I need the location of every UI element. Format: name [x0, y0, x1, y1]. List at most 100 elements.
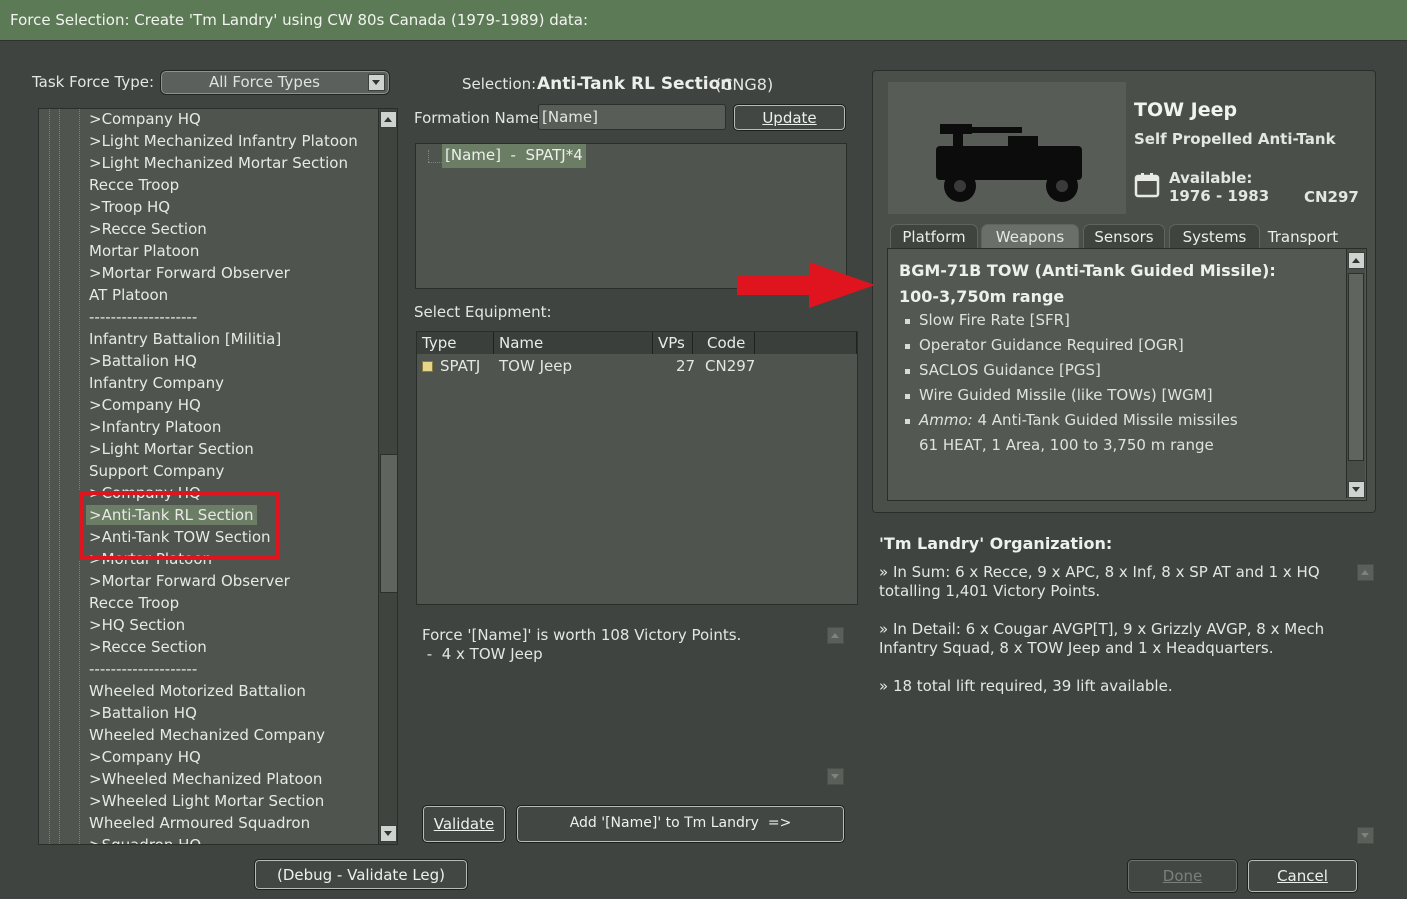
- tree-item[interactable]: Wheeled Armoured Squadron: [89, 813, 310, 833]
- weapon-ammo-detail: 61 HEAT, 1 Area, 100 to 3,750 m range: [919, 436, 1214, 454]
- column-header-type[interactable]: Type: [417, 332, 494, 354]
- task-force-type-dropdown[interactable]: All Force Types: [160, 70, 390, 95]
- row-name: TOW Jeep: [499, 357, 572, 375]
- arrow-icon: [737, 262, 875, 308]
- scroll-thumb[interactable]: [1348, 273, 1364, 461]
- tree-item[interactable]: >HQ Section: [89, 615, 185, 635]
- scroll-up-icon[interactable]: [380, 111, 397, 128]
- tree-item[interactable]: Recce Troop: [89, 175, 179, 195]
- formation-node[interactable]: [Name] - SPATJ*4: [442, 144, 586, 168]
- organization-sum-line1: » In Sum: 6 x Recce, 9 x APC, 8 x Inf, 8…: [879, 563, 1320, 581]
- checkbox-icon[interactable]: [422, 361, 433, 372]
- tree-item[interactable]: >Company HQ: [89, 747, 201, 767]
- scroll-down-icon[interactable]: [827, 768, 844, 785]
- calendar-icon: [1134, 172, 1160, 198]
- tree-item[interactable]: AT Platoon: [89, 285, 168, 305]
- validate-label: Validate: [433, 815, 495, 833]
- row-vps: 27: [676, 357, 696, 375]
- tree-item[interactable]: Infantry Battalion [Militia]: [89, 329, 281, 349]
- tree-item[interactable]: >Battalion HQ: [89, 351, 197, 371]
- bullet-icon: [905, 394, 910, 399]
- tree-item[interactable]: --------------------: [89, 659, 197, 679]
- done-button[interactable]: Done: [1127, 859, 1238, 893]
- column-header-vps[interactable]: VPs: [653, 332, 693, 354]
- organization-lift: » 18 total lift required, 39 lift availa…: [879, 677, 1173, 695]
- formation-name-input[interactable]: [Name]: [538, 104, 726, 130]
- weapons-scrollbar[interactable]: [1346, 249, 1365, 498]
- debug-validate-button[interactable]: (Debug - Validate Leg): [254, 859, 468, 890]
- tree-guide-line: [428, 150, 430, 162]
- tree-item[interactable]: Wheeled Mechanized Company: [89, 725, 325, 745]
- tab-systems[interactable]: Systems: [1169, 224, 1260, 249]
- debug-validate-label: (Debug - Validate Leg): [276, 866, 446, 884]
- tab-transport[interactable]: Transport: [1262, 224, 1344, 249]
- update-button[interactable]: Update: [733, 104, 846, 131]
- tree-item[interactable]: >Mortar Forward Observer: [89, 571, 290, 591]
- weapon-range: 100-3,750m range: [899, 287, 1065, 306]
- tree-item[interactable]: Infantry Company: [89, 373, 224, 393]
- task-force-type-label: Task Force Type:: [32, 73, 154, 91]
- organization-detail-line1: » In Detail: 6 x Cougar AVGP[T], 9 x Gri…: [879, 620, 1325, 638]
- done-label: Done: [1162, 867, 1203, 885]
- tree-item[interactable]: >Light Mechanized Mortar Section: [89, 153, 348, 173]
- tree-item[interactable]: >Light Mechanized Infantry Platoon: [89, 131, 358, 151]
- tree-scrollbar[interactable]: [378, 109, 397, 844]
- tree-item[interactable]: Wheeled Motorized Battalion: [89, 681, 306, 701]
- tab-platform[interactable]: Platform: [890, 224, 978, 249]
- unit-name: TOW Jeep: [1134, 99, 1238, 121]
- selection-code: (CNG8): [715, 75, 774, 94]
- force-summary-line1: Force '[Name]' is worth 108 Victory Poin…: [422, 626, 742, 644]
- scroll-up-icon[interactable]: [1348, 252, 1365, 269]
- organization-sum-line2: totalling 1,401 Victory Points.: [879, 582, 1101, 600]
- tree-item[interactable]: >Troop HQ: [89, 197, 170, 217]
- formation-tree[interactable]: >Company HQ >Light Mechanized Infantry Pl…: [38, 108, 398, 845]
- ammo-value: 4 Anti-Tank Guided Missile missiles: [972, 411, 1238, 429]
- bullet-icon: [905, 344, 910, 349]
- equipment-table[interactable]: Type Name VPs Code SPATJ TOW Jeep 27 CN2…: [416, 331, 858, 605]
- unit-image: [888, 82, 1126, 214]
- cancel-label: Cancel: [1277, 867, 1328, 885]
- cancel-button[interactable]: Cancel: [1247, 859, 1358, 893]
- update-label: Update: [762, 109, 817, 127]
- tab-weapons[interactable]: Weapons: [981, 224, 1079, 249]
- tree-item[interactable]: Support Company: [89, 461, 224, 481]
- highlight-box: [79, 491, 280, 560]
- tree-item[interactable]: >Wheeled Light Mortar Section: [89, 791, 324, 811]
- table-row[interactable]: SPATJ TOW Jeep 27 CN297: [417, 356, 857, 378]
- tree-item[interactable]: >Company HQ: [89, 395, 201, 415]
- task-force-type-value: All Force Types: [209, 73, 320, 91]
- selection-label: Selection:: [462, 75, 537, 93]
- tree-item[interactable]: >Infantry Platoon: [89, 417, 221, 437]
- tree-item[interactable]: --------------------: [89, 307, 197, 327]
- column-header-code[interactable]: Code: [693, 332, 755, 354]
- scroll-down-icon[interactable]: [380, 825, 397, 842]
- tab-sensors[interactable]: Sensors: [1083, 224, 1165, 249]
- formation-name-label: Formation Name:: [414, 109, 544, 127]
- scroll-up-icon[interactable]: [827, 627, 844, 644]
- available-years: 1976 - 1983: [1169, 187, 1270, 205]
- scroll-down-icon[interactable]: [1348, 481, 1365, 498]
- row-type: SPATJ: [440, 357, 481, 375]
- tree-item[interactable]: >Mortar Forward Observer: [89, 263, 290, 283]
- available-label: Available:: [1169, 169, 1253, 187]
- column-header-name[interactable]: Name: [494, 332, 653, 354]
- tree-item[interactable]: >Company HQ: [89, 109, 201, 129]
- validate-button[interactable]: Validate: [422, 805, 506, 843]
- scroll-down-icon[interactable]: [1357, 827, 1374, 844]
- select-equipment-label: Select Equipment:: [414, 303, 552, 321]
- tree-item[interactable]: >Light Mortar Section: [89, 439, 254, 459]
- tree-item[interactable]: >Battalion HQ: [89, 703, 197, 723]
- tree-item[interactable]: >Wheeled Mechanized Platoon: [89, 769, 322, 789]
- tree-item[interactable]: >Recce Section: [89, 219, 207, 239]
- force-summary-line2: - 4 x TOW Jeep: [422, 645, 543, 663]
- organization-detail-line2: Infantry Squad, 8 x TOW Jeep and 1 x Hea…: [879, 639, 1274, 657]
- tree-item[interactable]: >Squadron HQ: [89, 835, 201, 844]
- tree-item[interactable]: >Recce Section: [89, 637, 207, 657]
- tree-item[interactable]: Recce Troop: [89, 593, 179, 613]
- scroll-thumb[interactable]: [380, 454, 397, 593]
- scroll-up-icon[interactable]: [1357, 564, 1374, 581]
- tree-item[interactable]: Mortar Platoon: [89, 241, 199, 261]
- window-titlebar: Force Selection: Create 'Tm Landry' usin…: [0, 0, 1407, 41]
- add-to-team-button[interactable]: Add '[Name]' to Tm Landry =>: [516, 805, 845, 843]
- chevron-down-icon[interactable]: [368, 74, 385, 91]
